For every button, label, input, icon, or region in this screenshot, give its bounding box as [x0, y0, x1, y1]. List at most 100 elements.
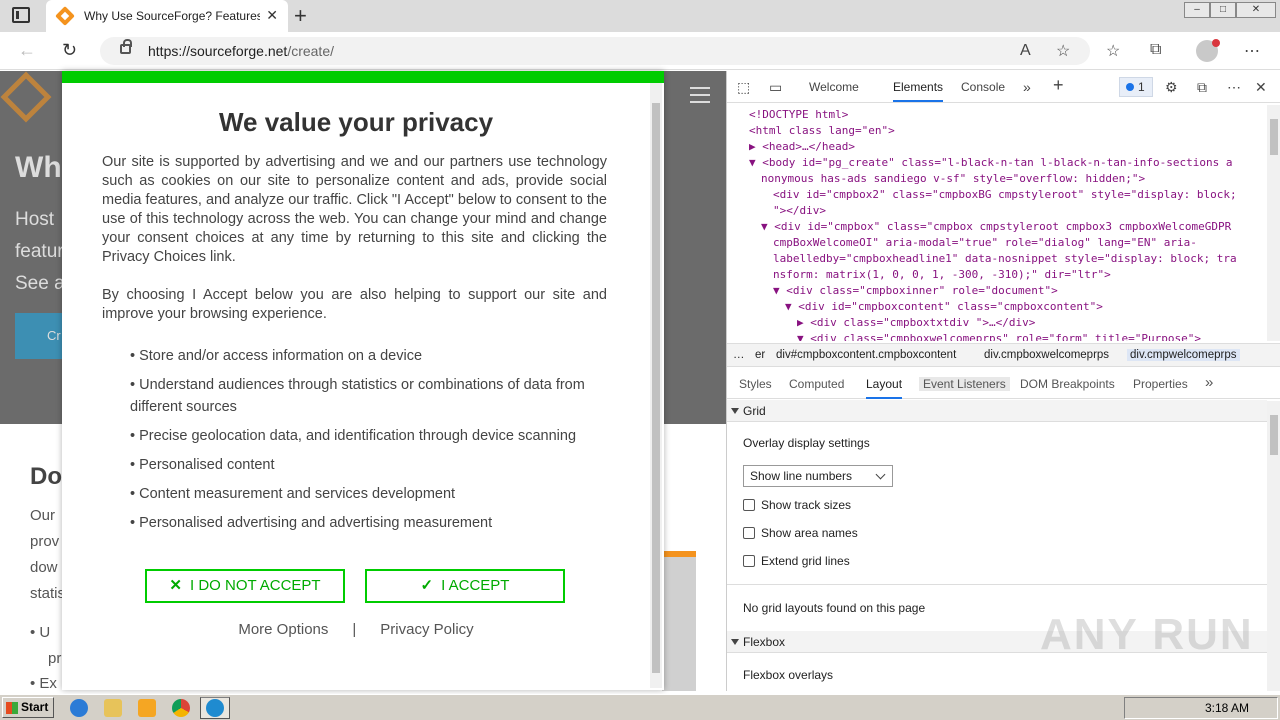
- consent-links: More Options | Privacy Policy: [62, 621, 650, 638]
- dom-node-line[interactable]: <html class lang="en">: [749, 123, 895, 139]
- dom-node-line[interactable]: ▼ <div class="cmpboxwelcomeprps" role="f…: [797, 331, 1201, 341]
- url-host: https://sourceforge.net: [148, 43, 288, 59]
- layout-scrollbar[interactable]: [1267, 401, 1280, 691]
- tab-styles[interactable]: Styles: [739, 377, 772, 391]
- chrome-icon[interactable]: [172, 699, 190, 717]
- dom-node-line[interactable]: "></div>: [773, 203, 826, 219]
- dom-tree[interactable]: <!DOCTYPE html> <html class lang="en"> ▶ <…: [727, 105, 1267, 341]
- tab-layout[interactable]: Layout: [866, 377, 903, 399]
- url-path: /create/: [287, 43, 335, 59]
- tab-console[interactable]: Console: [961, 80, 1005, 94]
- refresh-icon[interactable]: ↻: [62, 40, 77, 61]
- hamburger-menu-icon[interactable]: [690, 87, 710, 103]
- breadcrumb-item[interactable]: …: [733, 349, 745, 361]
- show-area-names-checkbox[interactable]: [743, 527, 755, 539]
- inspect-element-icon[interactable]: ⬚: [737, 79, 750, 96]
- lock-icon[interactable]: [120, 39, 132, 54]
- doc-bullet: • Ex: [30, 675, 57, 691]
- add-favorite-icon[interactable]: ☆: [1056, 41, 1070, 61]
- devtools-more-icon[interactable]: ⋯: [1227, 79, 1241, 96]
- dom-node-line[interactable]: nsform: matrix(1, 0, 0, 1, -300, -310);"…: [773, 267, 1111, 283]
- grid-section-header[interactable]: Grid: [727, 400, 1267, 422]
- overlay-select[interactable]: Show line numbers: [743, 465, 893, 487]
- tab-properties[interactable]: Properties: [1133, 377, 1188, 391]
- more-tabs-icon[interactable]: »: [1023, 79, 1031, 95]
- new-tab-button[interactable]: +: [294, 3, 307, 29]
- close-devtools-icon[interactable]: ✕: [1255, 79, 1267, 96]
- dom-node-line[interactable]: nonymous has-ads sandiego v-sf" style="o…: [761, 171, 1145, 187]
- edge-taskbar-button[interactable]: [200, 697, 230, 719]
- breadcrumb-item[interactable]: div.cmpboxwelcomeprps: [984, 349, 1109, 361]
- more-options-link[interactable]: More Options: [238, 621, 328, 638]
- link-separator: |: [352, 621, 357, 638]
- show-track-sizes-checkbox[interactable]: [743, 499, 755, 511]
- dom-node-line[interactable]: labelledby="cmpboxheadline1" data-nosnip…: [773, 251, 1237, 267]
- no-grid-message: No grid layouts found on this page: [743, 601, 926, 615]
- tab-dom-breakpoints[interactable]: DOM Breakpoints: [1020, 377, 1115, 391]
- favorites-icon[interactable]: ☆: [1106, 41, 1120, 61]
- customize-icon[interactable]: ⧉: [1197, 79, 1207, 96]
- edge-icon: [206, 699, 224, 717]
- breadcrumb-item-selected[interactable]: div.cmpwelcomeprps: [1127, 349, 1240, 361]
- settings-gear-icon[interactable]: ⚙: [1165, 79, 1178, 96]
- dom-node-line[interactable]: <!DOCTYPE html>: [749, 107, 848, 123]
- dom-scrollbar[interactable]: [1267, 105, 1280, 341]
- tab-computed[interactable]: Computed: [789, 377, 844, 391]
- clock: 3:18 AM: [1204, 701, 1249, 715]
- dom-node-line[interactable]: ▼ <body id="pg_create" class="l-black-n-…: [749, 155, 1232, 171]
- start-button[interactable]: Start: [2, 697, 54, 718]
- divider: [727, 584, 1267, 585]
- browser-tab-bar: Why Use SourceForge? Features a ✕ + – □ …: [0, 0, 1280, 32]
- breadcrumb-item[interactable]: div#cmpboxcontent.cmpboxcontent: [776, 349, 956, 361]
- device-emulation-icon[interactable]: ▭: [769, 79, 782, 96]
- close-window-button[interactable]: ✕: [1236, 2, 1276, 18]
- dom-node-line[interactable]: ▼ <div id="cmpboxcontent" class="cmpboxc…: [785, 299, 1103, 315]
- tab-actions-icon[interactable]: [12, 7, 30, 23]
- doc-line: statis: [30, 585, 66, 602]
- add-tab-icon[interactable]: +: [1053, 75, 1064, 96]
- tab-elements[interactable]: Elements: [893, 80, 944, 102]
- modal-scrollbar[interactable]: [650, 83, 662, 688]
- tab-close-icon[interactable]: ✕: [266, 7, 278, 24]
- more-sidebar-tabs-icon[interactable]: »: [1205, 374, 1213, 391]
- tab-welcome[interactable]: Welcome: [809, 80, 859, 94]
- flexbox-overlays-label: Flexbox overlays: [743, 668, 834, 682]
- maximize-button[interactable]: □: [1210, 2, 1236, 18]
- issues-badge[interactable]: 1: [1119, 77, 1153, 97]
- sourceforge-logo-icon[interactable]: [0, 71, 52, 123]
- breadcrumb: … er div#cmpboxcontent.cmpboxcontent div…: [727, 343, 1280, 367]
- sidebar-tab-bar: Styles Computed Layout Event Listeners D…: [727, 369, 1280, 399]
- browser-tab-active[interactable]: Why Use SourceForge? Features a ✕: [46, 0, 288, 32]
- dom-node-line[interactable]: <div id="cmpbox2" class="cmpboxBG cmpsty…: [773, 187, 1237, 203]
- doc-line: prov: [30, 533, 60, 550]
- url-input[interactable]: https://sourceforge.net/create/ A ☆: [100, 37, 1090, 65]
- explorer-folder-icon[interactable]: [104, 699, 122, 717]
- purpose-item: • Content measurement and services devel…: [130, 486, 456, 502]
- devtools-panel: ⬚ ▭ Welcome Elements Console » + 1 ⚙ ⧉ ⋯…: [726, 71, 1280, 691]
- privacy-policy-link[interactable]: Privacy Policy: [380, 621, 473, 638]
- collections-icon[interactable]: ⧉: [1150, 41, 1161, 59]
- dom-node-line[interactable]: ▼ <div class="cmpboxinner" role="documen…: [773, 283, 1058, 299]
- dom-node-line[interactable]: ▶ <head>…</head>: [749, 139, 855, 155]
- url-text: https://sourceforge.net/create/: [148, 43, 334, 59]
- more-menu-icon[interactable]: ⋯: [1244, 41, 1260, 61]
- breadcrumb-item[interactable]: er: [755, 349, 765, 361]
- x-icon: ✕: [169, 577, 182, 594]
- reject-button[interactable]: ✕ I DO NOT ACCEPT: [145, 569, 345, 603]
- dom-node-line[interactable]: ▼ <div id="cmpbox" class="cmpbox cmpstyl…: [761, 219, 1231, 235]
- hero-line: Host: [15, 209, 55, 230]
- media-player-icon[interactable]: [138, 699, 156, 717]
- extend-grid-lines-checkbox[interactable]: [743, 555, 755, 567]
- dom-node-line[interactable]: cmpBoxWelcomeOI" aria-modal="true" role=…: [773, 235, 1197, 251]
- doc-heading: Do: [30, 463, 62, 490]
- read-aloud-icon[interactable]: A: [1020, 42, 1031, 60]
- back-arrow-icon[interactable]: ←: [18, 40, 36, 61]
- dom-node-line[interactable]: ▶ <div class="cmpboxtxtdiv ">…</div>: [797, 315, 1035, 331]
- accept-button[interactable]: ✓ I ACCEPT: [365, 569, 565, 603]
- minimize-button[interactable]: –: [1184, 2, 1210, 18]
- anyrun-watermark: ANY RUN: [1040, 610, 1254, 659]
- profile-avatar[interactable]: [1196, 39, 1220, 62]
- consent-title: We value your privacy: [218, 107, 494, 137]
- tab-event-listeners[interactable]: Event Listeners: [919, 377, 1010, 391]
- ie-icon[interactable]: [70, 699, 88, 717]
